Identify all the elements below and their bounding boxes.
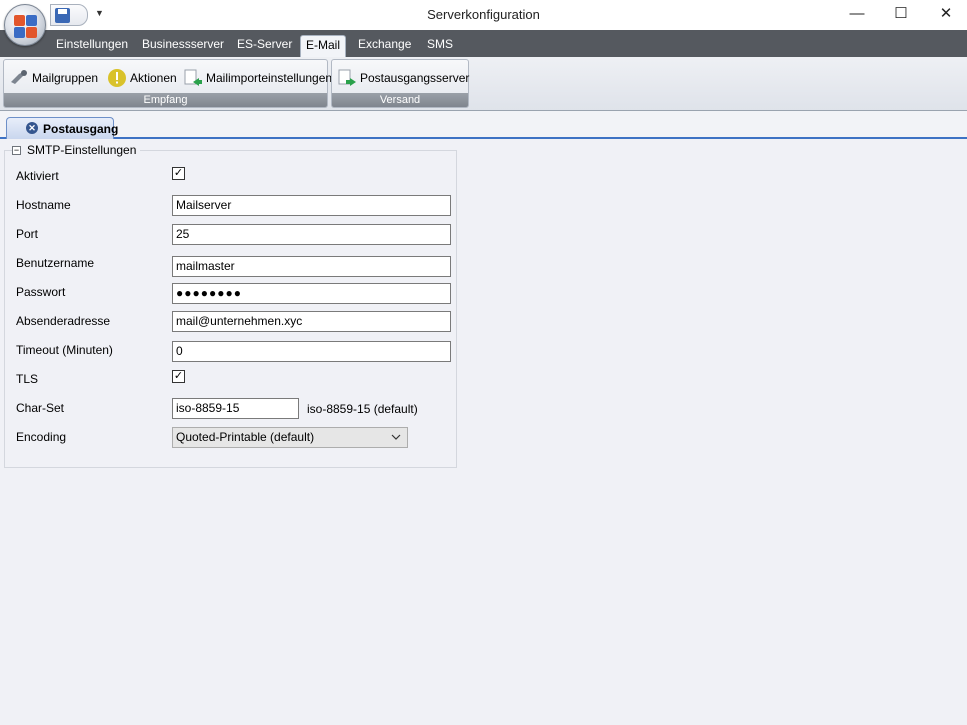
absenderadresse-label: Absenderadresse: [16, 314, 111, 328]
charset-field[interactable]: iso-8859-15: [172, 398, 299, 419]
mailimporteinstellungen-button[interactable]: Mailimporteinstellungen: [183, 66, 332, 90]
charset-default-hint: iso-8859-15 (default): [307, 402, 418, 416]
benutzername-field[interactable]: mailmaster: [172, 256, 451, 277]
aktionen-label: Aktionen: [130, 71, 177, 85]
postausgangsserver-button[interactable]: Postausgangsserver: [337, 66, 469, 90]
tab-exchange[interactable]: Exchange: [353, 35, 416, 57]
charset-label: Char-Set: [16, 401, 65, 415]
document-tab-strip: [0, 111, 967, 139]
chevron-down-icon: [391, 428, 401, 454]
port-field[interactable]: 25: [172, 224, 451, 245]
encoding-value: Quoted-Printable (default): [176, 430, 315, 444]
close-tab-icon[interactable]: ✕: [26, 122, 38, 134]
minimize-button[interactable]: —: [842, 3, 872, 25]
collapse-icon[interactable]: −: [12, 145, 21, 155]
ribbon-tab-bar: Einstellungen Businessserver ES-Server E…: [0, 30, 967, 57]
close-button[interactable]: ✕: [931, 3, 961, 25]
tls-label: TLS: [16, 372, 39, 386]
port-label: Port: [16, 227, 39, 241]
tab-einstellungen[interactable]: Einstellungen: [51, 35, 133, 57]
timeout-field[interactable]: 0: [172, 341, 451, 362]
passwort-field[interactable]: ●●●●●●●●: [172, 283, 451, 304]
mailgruppen-icon: [9, 68, 29, 88]
tab-e-mail[interactable]: E-Mail: [300, 35, 347, 57]
tls-checkbox[interactable]: ✓: [172, 370, 185, 383]
tab-sms[interactable]: SMS: [422, 35, 458, 57]
absenderadresse-field[interactable]: mail@unternehmen.xyc: [172, 311, 451, 332]
aktiviert-label: Aktiviert: [16, 169, 59, 183]
ribbon: Mailgruppen Aktionen Mailimporteinstellu…: [0, 57, 967, 111]
tab-es-server[interactable]: ES-Server: [232, 35, 297, 57]
aktiviert-checkbox[interactable]: ✓: [172, 167, 185, 180]
timeout-label: Timeout (Minuten): [16, 343, 113, 357]
window-title: Serverkonfiguration: [427, 7, 540, 22]
doc-tab-label: Postausgang: [43, 121, 119, 136]
group-label-versand: Versand: [332, 93, 468, 107]
benutzername-label: Benutzername: [16, 256, 95, 270]
section-header: − SMTP-Einstellungen: [12, 143, 141, 157]
postausgang-icon: [337, 68, 357, 88]
aktionen-button[interactable]: Aktionen: [107, 66, 177, 90]
group-versand: Postausgangsserver Versand: [331, 59, 469, 108]
tab-businessserver[interactable]: Businessserver: [137, 35, 229, 57]
encoding-select[interactable]: Quoted-Printable (default): [172, 427, 408, 448]
group-empfang: Mailgruppen Aktionen Mailimporteinstellu…: [3, 59, 332, 108]
passwort-label: Passwort: [16, 285, 66, 299]
encoding-label: Encoding: [16, 430, 67, 444]
aktionen-icon: [107, 68, 127, 88]
content-area: − SMTP-Einstellungen Aktiviert ✓ Hostnam…: [0, 140, 967, 725]
group-label-empfang: Empfang: [4, 93, 327, 107]
section-title: SMTP-Einstellungen: [27, 143, 137, 157]
mailgruppen-button[interactable]: Mailgruppen: [9, 66, 98, 90]
mailimporteinstellungen-label: Mailimporteinstellungen: [206, 71, 333, 85]
postausgangsserver-label: Postausgangsserver: [360, 71, 470, 85]
title-bar: ▼ Serverkonfiguration — ☐ ✕: [0, 0, 967, 30]
hostname-field[interactable]: Mailserver: [172, 195, 451, 216]
maximize-button[interactable]: ☐: [886, 3, 916, 25]
mailgruppen-label: Mailgruppen: [32, 71, 99, 85]
hostname-label: Hostname: [16, 198, 71, 212]
app-orb-icon[interactable]: [4, 4, 46, 46]
mailimport-icon: [183, 68, 203, 88]
doc-tab-postausgang[interactable]: Postausgang: [6, 117, 118, 139]
